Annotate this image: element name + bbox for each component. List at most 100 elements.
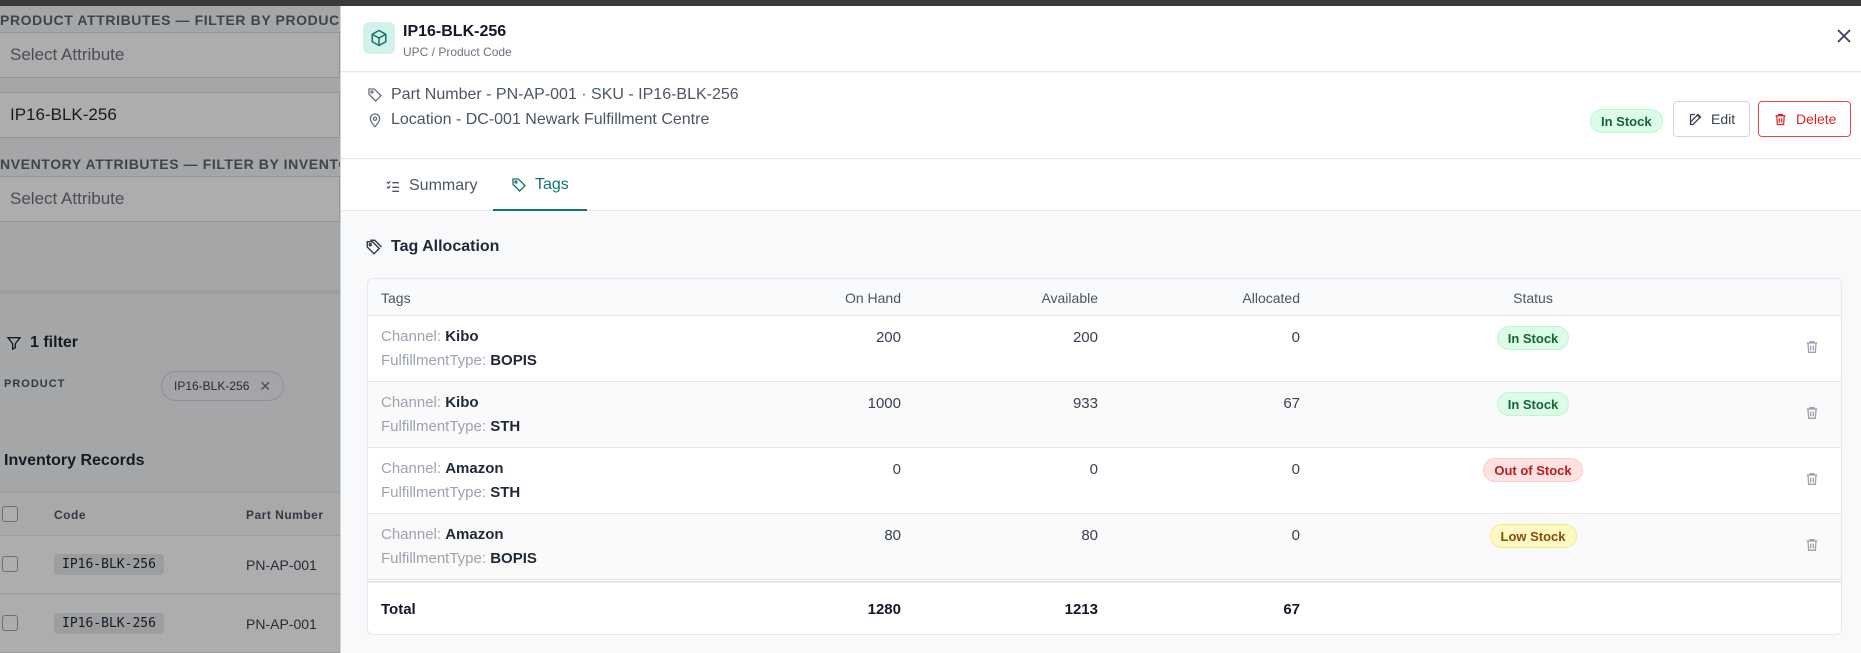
trash-icon[interactable] xyxy=(1804,338,1820,356)
available-value: 200 xyxy=(1072,329,1098,346)
drawer-title: IP16-BLK-256 xyxy=(403,23,507,40)
drawer-tabs: Summary Tags xyxy=(341,160,1861,211)
column-on-hand[interactable]: On Hand xyxy=(845,290,901,306)
product-attribute-value-input[interactable]: IP16-BLK-256 xyxy=(0,92,340,138)
table-row[interactable]: IP16-BLK-256 PN-AP-001 xyxy=(0,595,340,653)
product-filter-chip[interactable]: IP16-BLK-256 ✕ xyxy=(161,371,285,401)
tab-summary-label: Summary xyxy=(409,176,478,194)
inventory-attribute-select[interactable]: Select Attribute xyxy=(0,176,340,222)
tab-summary[interactable]: Summary xyxy=(367,160,495,211)
location-info-text: Location - DC-001 Newark Fulfillment Cen… xyxy=(391,111,710,128)
tag-channel: Channel: Amazon xyxy=(381,526,504,543)
column-code[interactable]: Code xyxy=(54,508,86,522)
trash-icon[interactable] xyxy=(1804,470,1820,488)
tab-tags[interactable]: Tags xyxy=(493,160,587,211)
chip-close-icon[interactable]: ✕ xyxy=(259,378,271,395)
location-pin-icon xyxy=(369,113,381,128)
allocated-value: 67 xyxy=(1283,395,1300,412)
product-chip-label: IP16-BLK-256 xyxy=(174,379,250,393)
tag-channel: Channel: Kibo xyxy=(381,328,479,345)
filter-count-label: 1 filter xyxy=(30,334,79,351)
filter-count[interactable]: 1 filter xyxy=(6,334,78,352)
tag-fulfillment-type: FulfillmentType: STH xyxy=(381,418,521,435)
delete-button-label: Delete xyxy=(1796,111,1837,127)
tag-fulfillment-type: FulfillmentType: STH xyxy=(381,484,521,501)
detail-drawer: IP16-BLK-256 UPC / Product Code Part Num… xyxy=(340,6,1861,653)
drawer-subtitle: UPC / Product Code xyxy=(403,45,512,59)
part-info-text: Part Number - PN-AP-001 · SKU - IP16-BLK… xyxy=(391,86,739,103)
column-tags[interactable]: Tags xyxy=(381,290,411,306)
product-attribute-select[interactable]: Select Attribute xyxy=(0,32,340,78)
tag-channel: Channel: Amazon xyxy=(381,460,504,477)
filter-panel-divider xyxy=(0,290,340,294)
total-on-hand: 1280 xyxy=(867,601,901,618)
table-row[interactable]: Channel: Amazon FulfillmentType: STH 0 0… xyxy=(368,448,1841,514)
tags-icon xyxy=(366,239,383,255)
delete-button[interactable]: Delete xyxy=(1758,101,1852,137)
allocated-value: 0 xyxy=(1291,461,1300,478)
column-part-number[interactable]: Part Number xyxy=(246,508,324,522)
row-code: IP16-BLK-256 xyxy=(54,613,164,634)
available-value: 933 xyxy=(1072,395,1098,412)
tag-fulfillment-type: FulfillmentType: BOPIS xyxy=(381,352,537,369)
inventory-records-title: Inventory Records xyxy=(4,452,145,469)
on-hand-value: 200 xyxy=(875,329,901,346)
total-label: Total xyxy=(381,601,416,618)
table-row[interactable]: IP16-BLK-256 PN-AP-001 xyxy=(0,536,340,594)
table-row[interactable]: Channel: Amazon FulfillmentType: BOPIS 8… xyxy=(368,514,1841,580)
status-badge: Out of Stock xyxy=(1483,458,1583,482)
row-checkbox[interactable] xyxy=(2,556,18,572)
on-hand-value: 0 xyxy=(892,461,901,478)
status-badge: In Stock xyxy=(1496,392,1570,416)
location-info: Location - DC-001 Newark Fulfillment Cen… xyxy=(367,111,709,129)
table-row[interactable]: Channel: Kibo FulfillmentType: STH 1000 … xyxy=(368,382,1841,448)
trash-icon[interactable] xyxy=(1804,404,1820,422)
part-info: Part Number - PN-AP-001 · SKU - IP16-BLK… xyxy=(367,86,739,104)
table-header: Tags On Hand Available Allocated Status xyxy=(368,279,1841,316)
allocated-value: 0 xyxy=(1291,329,1300,346)
total-allocated: 67 xyxy=(1283,601,1300,618)
tag-allocation-table: Tags On Hand Available Allocated Status … xyxy=(367,278,1842,635)
tag-fulfillment-type: FulfillmentType: BOPIS xyxy=(381,550,537,567)
status-badge: In Stock xyxy=(1496,326,1570,350)
tag-allocation-title: Tag Allocation xyxy=(365,238,499,256)
on-hand-value: 1000 xyxy=(867,395,901,412)
drawer-header: IP16-BLK-256 UPC / Product Code xyxy=(341,6,1861,72)
package-icon xyxy=(363,22,395,54)
tag-channel: Channel: Kibo xyxy=(381,394,479,411)
close-icon[interactable] xyxy=(1832,24,1856,48)
allocated-value: 0 xyxy=(1291,527,1300,544)
edit-button[interactable]: Edit xyxy=(1673,101,1751,137)
on-hand-value: 80 xyxy=(884,527,901,544)
row-part-number: PN-AP-001 xyxy=(246,557,317,573)
column-allocated[interactable]: Allocated xyxy=(1242,290,1300,306)
column-status[interactable]: Status xyxy=(1513,290,1553,306)
total-available: 1213 xyxy=(1064,601,1098,618)
trash-icon[interactable] xyxy=(1804,536,1820,554)
tab-tags-label: Tags xyxy=(535,175,569,193)
product-filter-label: PRODUCT xyxy=(4,378,66,390)
available-value: 0 xyxy=(1089,461,1098,478)
inventory-attributes-label: NVENTORY ATTRIBUTES — FILTER BY INVENTOR… xyxy=(0,156,340,172)
table-row[interactable]: Channel: Kibo FulfillmentType: BOPIS 200… xyxy=(368,316,1841,382)
column-available[interactable]: Available xyxy=(1041,290,1098,306)
trash-icon xyxy=(1775,113,1786,125)
status-badge: Low Stock xyxy=(1489,524,1577,548)
checklist-icon xyxy=(386,180,399,192)
status-badge: In Stock xyxy=(1590,109,1663,133)
available-value: 80 xyxy=(1081,527,1098,544)
background-page: PRODUCT ATTRIBUTES — FILTER BY PRODUCT P… xyxy=(0,6,340,653)
tag-allocation-title-text: Tag Allocation xyxy=(391,238,500,255)
row-code: IP16-BLK-256 xyxy=(54,554,164,575)
item-info-bar: Part Number - PN-AP-001 · SKU - IP16-BLK… xyxy=(341,73,1861,159)
table-total-row: Total 1280 1213 67 xyxy=(368,581,1841,634)
tag-icon xyxy=(368,88,382,102)
inventory-records-header: Code Part Number xyxy=(0,492,340,536)
edit-icon xyxy=(1689,113,1702,125)
row-checkbox[interactable] xyxy=(2,615,18,631)
edit-button-label: Edit xyxy=(1711,111,1736,127)
filter-icon xyxy=(6,337,22,351)
product-attributes-label: PRODUCT ATTRIBUTES — FILTER BY PRODUCT P… xyxy=(0,12,340,28)
tag-icon xyxy=(512,177,526,192)
select-all-checkbox[interactable] xyxy=(2,506,18,522)
